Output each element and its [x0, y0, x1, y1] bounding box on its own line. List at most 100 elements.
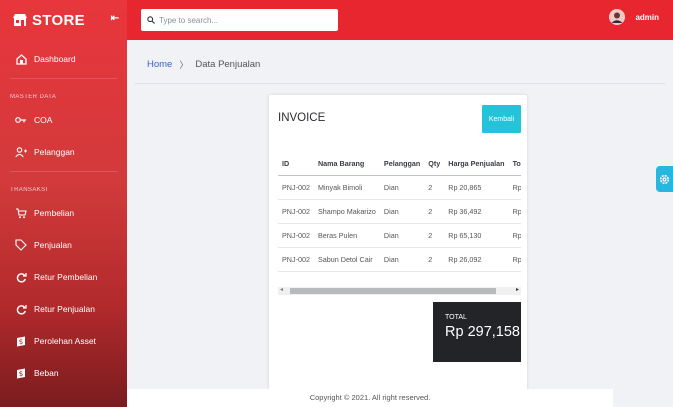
dollar-icon: $	[15, 367, 27, 379]
table-cell: Dian	[379, 247, 425, 272]
invoice-card: INVOICE Kembali ID Nama Barang Pelanggan…	[269, 95, 527, 395]
invoice-table-container: ID Nama Barang Pelanggan Qty Harga Penju…	[278, 152, 521, 282]
sidebar-item-label: Pembelian	[34, 208, 75, 218]
table-cell: Minyak Bimoli	[313, 175, 380, 200]
sidebar-item-dashboard[interactable]: Dashboard	[0, 43, 127, 75]
sidebar: STORE ⇤ Dashboard MASTER DATA COA Pelang…	[0, 0, 127, 407]
table-cell: 2	[424, 199, 445, 224]
column-header: Qty	[424, 152, 445, 176]
sidebar-item-label: Perolehan Asset	[34, 336, 96, 346]
divider	[10, 78, 117, 79]
invoice-title: INVOICE	[278, 112, 326, 124]
sidebar-item-label: COA	[34, 115, 53, 125]
sidebar-item-coa[interactable]: COA	[0, 104, 127, 136]
refresh-icon	[15, 271, 27, 283]
table-cell: Dian	[379, 175, 425, 200]
user-menu[interactable]: admin	[609, 9, 659, 25]
footer-spacer	[613, 389, 673, 407]
table-row: PNJ-002 Shampo Makarizo Dian 2 Rp 36,492…	[278, 199, 521, 224]
table-cell: Rp 20,865	[444, 175, 509, 200]
tag-icon	[15, 239, 27, 251]
refresh-icon	[15, 303, 27, 315]
cart-icon	[15, 207, 27, 219]
column-header: Pelanggan	[379, 152, 425, 176]
dashboard-icon	[15, 53, 27, 65]
table-cell: PNJ-002	[278, 175, 314, 200]
sidebar-item-label: Retur Penjualan	[34, 304, 95, 314]
table-header-row: ID Nama Barang Pelanggan Qty Harga Penju…	[278, 152, 521, 176]
sidebar-item-label: Penjualan	[34, 240, 72, 250]
horizontal-scrollbar[interactable]: ◂ ▸	[278, 287, 521, 295]
total-summary: TOTAL Rp 297,158	[433, 302, 521, 362]
table-cell: Dian	[379, 223, 425, 248]
divider	[10, 171, 117, 172]
table-cell: Rp 65,130	[444, 223, 509, 248]
table-cell: Beras Pulen	[313, 223, 380, 248]
table-row: PNJ-002 Sabun Detol Cair Dian 2 Rp 26,09…	[278, 247, 521, 272]
sidebar-item-label: Beban	[34, 368, 59, 378]
table-cell: Dian	[379, 199, 425, 224]
scrollbar-thumb[interactable]	[290, 288, 496, 294]
breadcrumb-current: Data Penjualan	[195, 59, 261, 70]
table-cell: Rp 26,092	[444, 247, 509, 272]
table-row: PNJ-002 Minyak Bimoli Dian 2 Rp 20,865 R…	[278, 175, 521, 200]
collapse-arrow-icon[interactable]: ⇤	[111, 13, 119, 24]
table-cell: PNJ-002	[278, 223, 314, 248]
column-header: Tot	[508, 152, 521, 176]
invoice-table: ID Nama Barang Pelanggan Qty Harga Penju…	[278, 152, 521, 272]
table-cell: Rp	[508, 247, 521, 272]
table-cell: Rp	[508, 199, 521, 224]
table-cell: Shampo Makarizo	[313, 199, 380, 224]
table-cell: PNJ-002	[278, 199, 314, 224]
top-header: Type to search... admin	[127, 0, 673, 40]
sidebar-item-label: Dashboard	[34, 54, 76, 64]
breadcrumb: Home 〉 Data Penjualan	[147, 58, 260, 71]
back-button[interactable]: Kembali	[482, 105, 521, 133]
svg-text:$: $	[19, 370, 23, 378]
brand-name: STORE	[32, 11, 85, 29]
section-transaksi: TRANSAKSI	[10, 187, 48, 193]
brand[interactable]: STORE ⇤	[0, 0, 127, 40]
search-input[interactable]: Type to search...	[141, 9, 338, 31]
user-plus-icon	[15, 146, 27, 158]
sidebar-item-pelanggan[interactable]: Pelanggan	[0, 136, 127, 168]
divider	[135, 83, 665, 84]
column-header: Nama Barang	[313, 152, 380, 176]
column-header: Harga Penjualan	[444, 152, 509, 176]
search-placeholder: Type to search...	[159, 15, 219, 25]
main-content: Home 〉 Data Penjualan INVOICE Kembali ID…	[127, 40, 673, 407]
avatar[interactable]	[609, 9, 626, 25]
table-cell: Sabun Detol Cair	[313, 247, 380, 272]
copyright-text: Copyright © 2021. All right reserved.	[309, 393, 431, 402]
sidebar-item-retur-penjualan[interactable]: Retur Penjualan	[0, 293, 127, 325]
table-cell: 2	[424, 175, 445, 200]
breadcrumb-home-link[interactable]: Home	[147, 59, 172, 70]
scroll-right-icon[interactable]: ▸	[516, 286, 519, 293]
column-header: ID	[278, 152, 314, 176]
sidebar-item-beban[interactable]: $ Beban	[0, 357, 127, 389]
total-label: TOTAL	[445, 314, 467, 321]
settings-gear-icon[interactable]	[656, 166, 673, 192]
user-name: admin	[635, 12, 659, 22]
table-cell: PNJ-002	[278, 247, 314, 272]
section-master-data: MASTER DATA	[10, 94, 57, 100]
sidebar-item-retur-pembelian[interactable]: Retur Pembelian	[0, 261, 127, 293]
sidebar-item-pembelian[interactable]: Pembelian	[0, 197, 127, 229]
dollar-icon: $	[15, 335, 27, 347]
scroll-left-icon[interactable]: ◂	[280, 286, 283, 293]
table-cell: Rp 36,492	[444, 199, 509, 224]
sidebar-item-penjualan[interactable]: Penjualan	[0, 229, 127, 261]
store-logo-icon	[12, 13, 27, 27]
footer: Copyright © 2021. All right reserved.	[127, 389, 613, 407]
total-value: Rp 297,158	[445, 324, 520, 340]
svg-text:$: $	[19, 338, 23, 346]
table-cell: Rp	[508, 175, 521, 200]
sidebar-item-perolehan-asset[interactable]: $ Perolehan Asset	[0, 325, 127, 357]
table-cell: 2	[424, 223, 445, 248]
chevron-right-icon: 〉	[179, 60, 189, 70]
table-row: PNJ-002 Beras Pulen Dian 2 Rp 65,130 Rp	[278, 223, 521, 248]
key-icon	[15, 114, 27, 126]
sidebar-item-label: Pelanggan	[34, 147, 75, 157]
table-cell: Rp	[508, 223, 521, 248]
sidebar-item-label: Retur Pembelian	[34, 272, 98, 282]
